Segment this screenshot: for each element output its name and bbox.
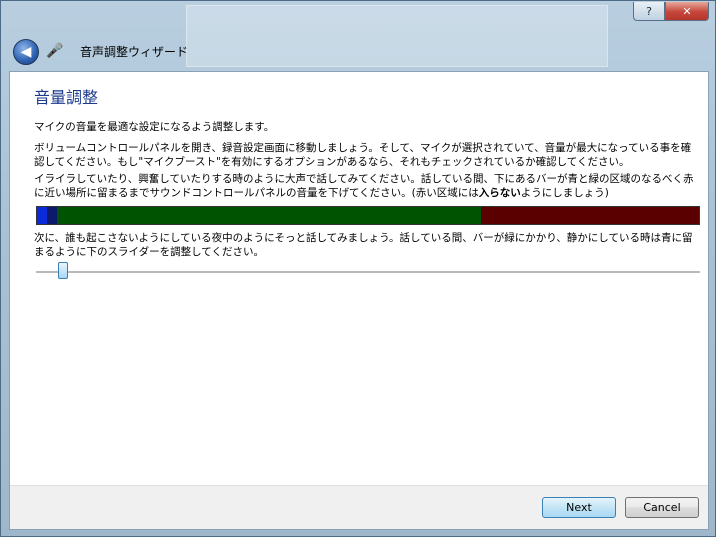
next-button[interactable]: Next [542, 497, 616, 518]
meter-current-level [37, 207, 47, 224]
sensitivity-slider-thumb[interactable] [57, 262, 68, 279]
volume-level-meter [36, 206, 700, 225]
instruction-text-3-end: ようにしましょう) [520, 187, 609, 199]
help-button[interactable]: ? [633, 2, 665, 21]
close-button[interactable]: ✕ [665, 2, 709, 21]
wizard-window: ? ✕ ◀ 🎤 音声調整ウィザード 音量調整 マイクの音量を最適な設定になるよう… [0, 0, 716, 537]
cancel-button[interactable]: Cancel [625, 497, 699, 518]
page-title: 音量調整 [34, 88, 99, 107]
wizard-title: 音声調整ウィザード [80, 45, 189, 59]
instruction-text-2: ボリュームコントロールパネルを開き、録音設定画面に移動しましょう。そして、マイク… [34, 142, 692, 168]
meter-zone-green [56, 207, 481, 224]
back-arrow-icon[interactable]: ◀ [13, 39, 39, 65]
meter-zone-blue [37, 207, 57, 224]
instruction-text-4: 次に、誰も起こさないようにしている夜中のようにそっと話してみましょう。話している… [34, 232, 693, 258]
wizard-content: 音量調整 マイクの音量を最適な設定になるよう調整します。 ボリュームコントロール… [9, 71, 709, 530]
caption-buttons: ? ✕ [633, 2, 709, 21]
meter-zone-red [480, 207, 699, 224]
instruction-text-3-emphasis: 入らない [478, 187, 521, 199]
microphone-app-icon: 🎤 [46, 43, 64, 59]
title-bar: ? ✕ ◀ 🎤 音声調整ウィザード [1, 1, 716, 71]
instruction-text-3: イライラしていたり、興奮していたりする時のように大声で話してみてください。話して… [34, 172, 700, 200]
instruction-text-1: マイクの音量を最適な設定になるよう調整します。 [34, 121, 275, 133]
sensitivity-slider-track[interactable] [36, 271, 700, 274]
button-bar: Next Cancel [10, 485, 708, 529]
